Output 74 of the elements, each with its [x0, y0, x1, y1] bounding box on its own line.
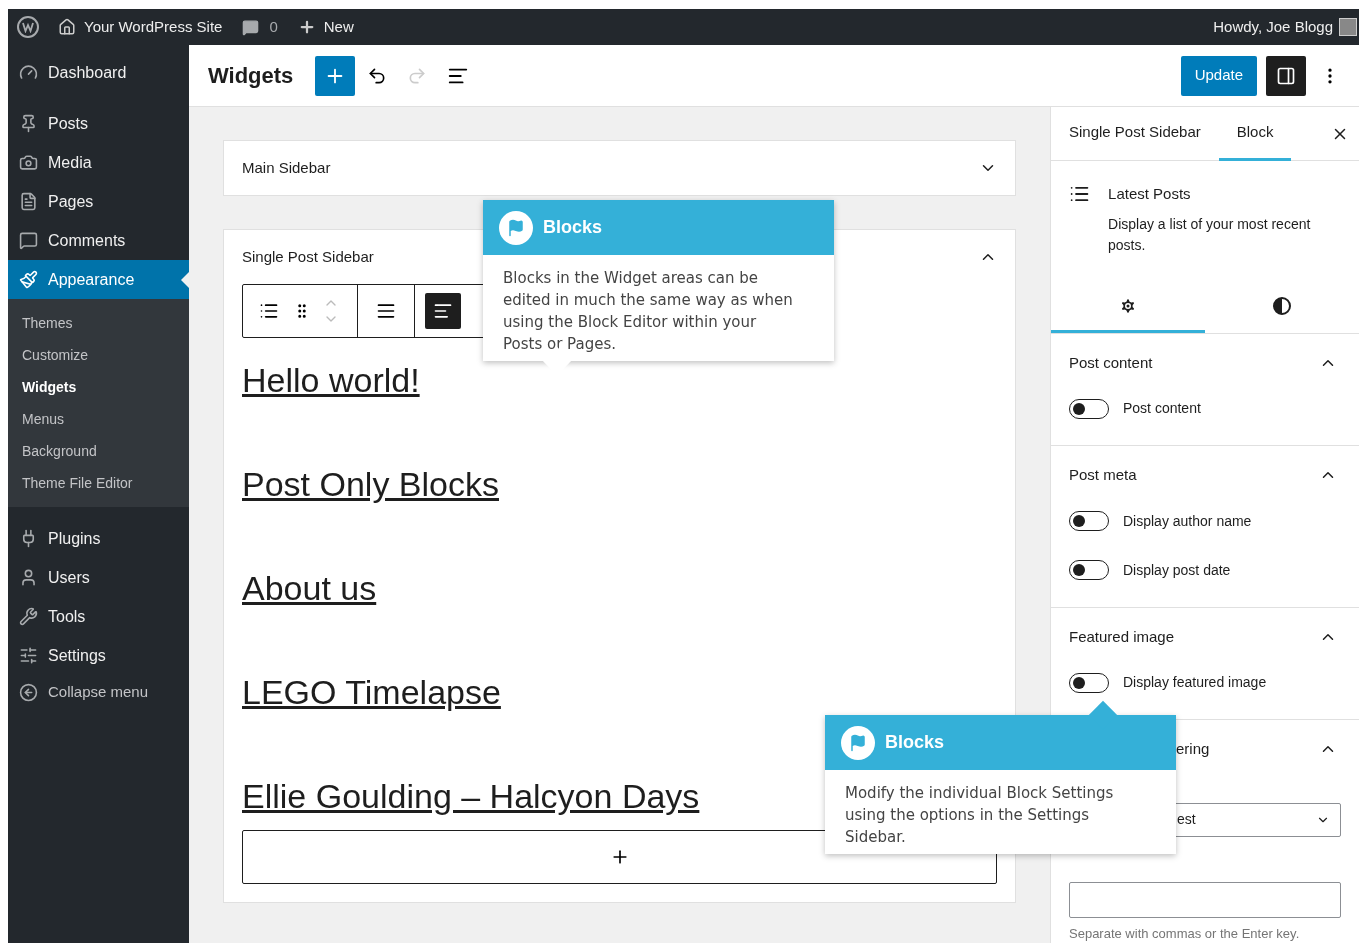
speech-bubble-icon	[19, 231, 38, 250]
menu-item[interactable]: Tools	[8, 597, 189, 636]
post-link[interactable]: About us	[242, 566, 377, 610]
page-title: Widgets	[208, 62, 294, 90]
menu-item[interactable]: Users	[8, 558, 189, 597]
toggle-switch[interactable]	[1069, 511, 1109, 531]
submenu-item[interactable]: Background	[8, 435, 189, 467]
list-icon[interactable]	[259, 301, 279, 321]
gauge-icon	[19, 63, 38, 82]
submenu-item[interactable]: Menus	[8, 403, 189, 435]
tags-hint: Separate with commas or the Enter key.	[1069, 924, 1301, 943]
section-title[interactable]: Featured image	[1069, 625, 1175, 648]
lines-icon	[433, 301, 453, 321]
post-link[interactable]: Ellie Goulding – Halcyon Days	[242, 774, 700, 818]
submenu-item[interactable]: Theme File Editor	[8, 467, 189, 499]
menu-item[interactable]: Settings	[8, 636, 189, 675]
gear-icon	[1119, 296, 1137, 315]
block-name: Latest Posts	[1108, 184, 1192, 204]
align-icon[interactable]	[376, 301, 396, 321]
sidebar-toggle-button[interactable]	[1266, 55, 1306, 96]
sidebar-tab[interactable]: Single Post Sidebar	[1069, 106, 1219, 161]
widget-area-title[interactable]: Single Post Sidebar	[242, 245, 374, 269]
new-link[interactable]: New	[323, 15, 354, 39]
tooltip-title: Blocks	[543, 216, 603, 239]
sliders-icon	[19, 646, 38, 665]
submenu-item[interactable]: Themes	[8, 307, 189, 339]
menu-item[interactable]: Pages	[8, 182, 189, 221]
home-icon[interactable]	[58, 18, 76, 36]
section-title[interactable]: Post meta	[1069, 464, 1137, 487]
toggle-switch[interactable]	[1069, 398, 1109, 419]
wordpress-logo-icon[interactable]	[17, 16, 39, 38]
toggle-label: Post content	[1123, 399, 1201, 418]
toggle-switch[interactable]	[1069, 560, 1109, 580]
user-icon	[19, 568, 38, 587]
speech-bubble-icon[interactable]	[242, 18, 260, 36]
widget-area-title[interactable]: Main Sidebar	[242, 156, 331, 180]
flag-icon	[499, 210, 533, 245]
half-circle-icon	[1272, 295, 1292, 316]
display-settings-button[interactable]	[425, 293, 461, 329]
submenu-item[interactable]: Widgets	[8, 371, 189, 403]
pin-icon	[19, 114, 38, 133]
menu-item[interactable]: Appearance	[8, 260, 189, 299]
menu-item[interactable]: Comments	[8, 221, 189, 260]
collapse-menu-button[interactable]: Collapse menu	[8, 675, 189, 709]
block-description: Display a list of your most recent posts.	[1108, 214, 1312, 255]
menu-item[interactable]: Media	[8, 143, 189, 182]
tooltip-title: Blocks	[885, 731, 945, 754]
post-link[interactable]: Hello world!	[242, 358, 420, 402]
toggle-label: Display post date	[1123, 560, 1231, 580]
wrench-icon	[19, 607, 38, 626]
submenu-item[interactable]: Customize	[8, 339, 189, 371]
update-button[interactable]: Update	[1180, 55, 1257, 96]
page-icon	[19, 192, 38, 211]
camera-icon	[19, 153, 38, 172]
post-link[interactable]: Post Only Blocks	[242, 462, 499, 506]
toggle-switch[interactable]	[1069, 672, 1109, 693]
flag-icon	[841, 725, 875, 760]
paintbrush-icon	[19, 270, 38, 289]
sidebar-tab[interactable]: Block	[1218, 106, 1292, 161]
section-title[interactable]: ering	[1176, 738, 1210, 761]
menu-item[interactable]: Posts	[8, 104, 189, 143]
menu-item[interactable]: Plugins	[8, 519, 189, 558]
comment-count[interactable]: 0	[269, 15, 278, 39]
panel-icon	[1276, 65, 1296, 86]
tooltip-text: Blocks in the Widget areas can be edited in much the same way as when using the Block Editor within your Posts or Pages.	[502, 268, 794, 355]
post-link[interactable]: LEGO Timelapse	[242, 670, 501, 714]
tags-input-field[interactable]	[1069, 881, 1341, 918]
menu-item[interactable]: Dashboard	[8, 53, 189, 92]
site-name-link[interactable]: Your WordPress Site	[84, 15, 223, 39]
toggle-label: Display featured image	[1123, 673, 1267, 692]
greeting-link[interactable]: Howdy, Joe Blogg	[1213, 15, 1333, 39]
toggle-label: Display author name	[1123, 511, 1252, 531]
section-title[interactable]: Post content	[1069, 351, 1153, 374]
add-block-button[interactable]	[315, 55, 356, 96]
